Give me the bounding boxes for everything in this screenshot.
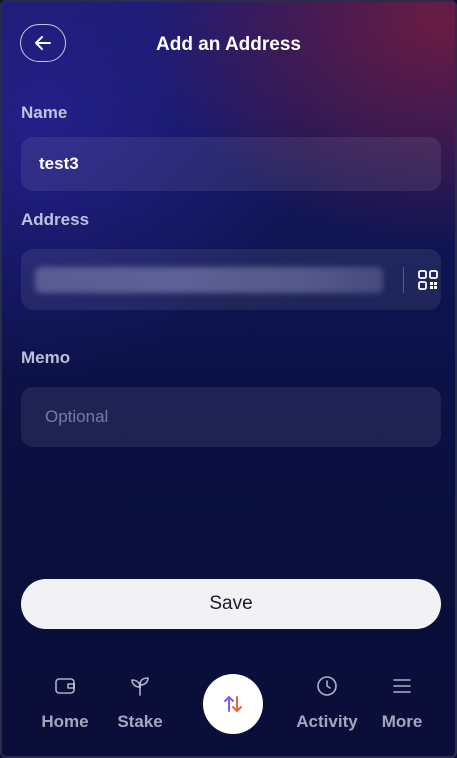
- header: Add an Address: [20, 24, 437, 68]
- nav-item-activity[interactable]: Activity: [292, 674, 362, 732]
- nav-label-home: Home: [41, 712, 89, 731]
- qr-scan-button[interactable]: [417, 269, 439, 291]
- save-button[interactable]: Save: [21, 579, 441, 629]
- nav-item-home[interactable]: Home: [40, 674, 90, 732]
- nav-label-more: More: [381, 712, 423, 731]
- address-label: Address: [21, 210, 90, 229]
- memo-field-container: [21, 387, 441, 447]
- memo-label: Memo: [21, 348, 71, 367]
- name-label: Name: [21, 103, 68, 122]
- swap-arrows-icon: [224, 696, 242, 712]
- nav-label-stake: Stake: [117, 712, 163, 731]
- sprout-icon: [131, 677, 149, 696]
- swap-button[interactable]: [203, 674, 263, 734]
- nav-item-stake[interactable]: Stake: [115, 674, 165, 732]
- page-title: Add an Address: [156, 34, 301, 55]
- clock-icon: [317, 676, 337, 696]
- name-field-container: [21, 137, 441, 191]
- memo-input[interactable]: [43, 406, 419, 428]
- menu-icon: [393, 679, 411, 693]
- address-field[interactable]: [21, 249, 441, 310]
- qr-code-icon: [418, 270, 438, 290]
- nav-label-activity: Activity: [296, 712, 358, 731]
- add-address-screen: Add an Address Name Address Memo Save: [0, 0, 457, 758]
- wallet-icon: [55, 678, 75, 694]
- address-value-redacted: [35, 267, 383, 293]
- name-input[interactable]: [37, 153, 425, 175]
- address-divider: [403, 267, 404, 293]
- nav-item-more[interactable]: More: [378, 674, 426, 732]
- bottom-nav: Home Stake Activity More: [2, 662, 455, 756]
